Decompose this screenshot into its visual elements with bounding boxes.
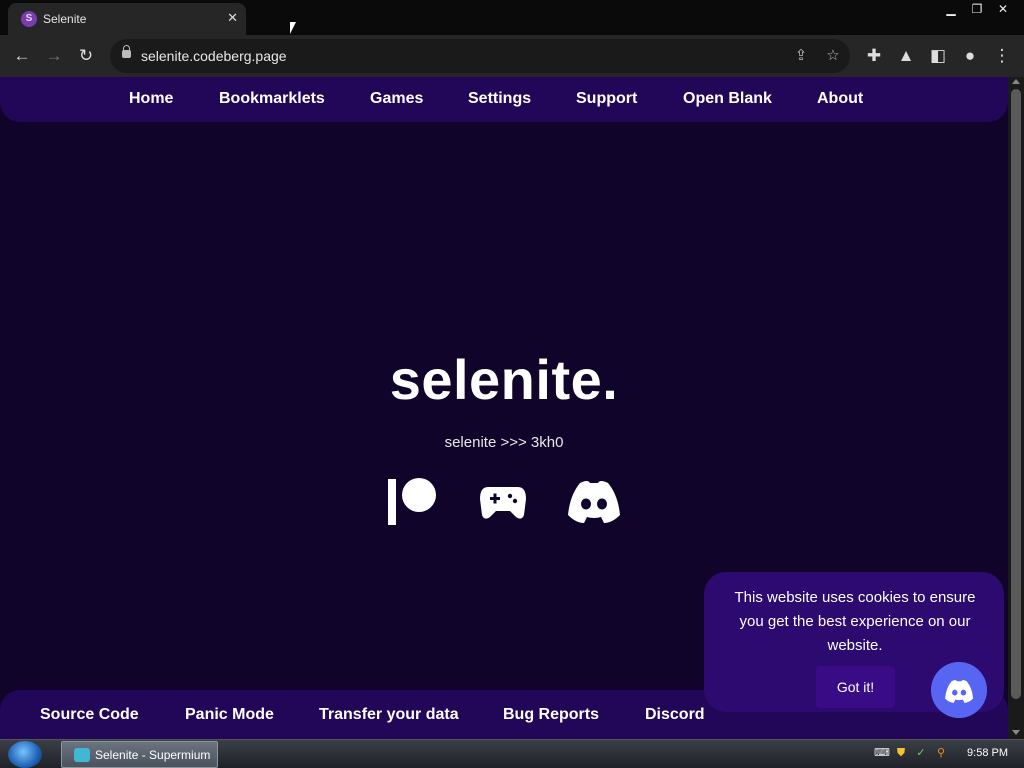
tab-title: Selenite <box>43 12 87 26</box>
keyboard-icon[interactable]: ⌨ <box>874 746 890 760</box>
profile-avatar-icon[interactable]: ● <box>956 42 984 70</box>
address-bar[interactable]: selenite.codeberg.page ⇪ ☆ <box>110 39 850 73</box>
supermium-browser-icon <box>74 748 90 762</box>
side-panel-icon[interactable]: ◧ <box>924 42 952 70</box>
top-nav: Home Bookmarklets Games Settings Support… <box>0 77 1008 122</box>
patreon-icon[interactable] <box>386 477 438 527</box>
screen: S Selenite ✕ ▁ ❐ ✕ ← → ↻ selenite.codebe… <box>0 0 1024 768</box>
bookmark-star-icon[interactable]: ☆ <box>822 45 844 67</box>
nav-bookmarklets[interactable]: Bookmarklets <box>219 90 325 108</box>
extensions-puzzle-icon[interactable]: ✚ <box>860 42 888 70</box>
nav-source-code[interactable]: Source Code <box>40 706 139 724</box>
nav-home[interactable]: Home <box>129 90 173 108</box>
scroll-up-icon[interactable] <box>1012 79 1020 84</box>
browser-titlebar: S Selenite ✕ ▁ ❐ ✕ <box>0 0 1024 35</box>
window-controls: ▁ ❐ ✕ <box>938 0 1016 18</box>
nav-games[interactable]: Games <box>370 90 423 108</box>
nav-discord[interactable]: Discord <box>645 706 705 724</box>
labs-flask-icon[interactable]: ▲ <box>892 42 920 70</box>
reload-icon[interactable]: ↻ <box>72 42 100 70</box>
nav-open-blank[interactable]: Open Blank <box>683 90 772 108</box>
nav-about[interactable]: About <box>817 90 863 108</box>
nav-support[interactable]: Support <box>576 90 637 108</box>
share-icon[interactable]: ⇪ <box>790 45 812 67</box>
scroll-thumb[interactable] <box>1011 89 1021 699</box>
network-icon[interactable]: ✓ <box>914 746 928 760</box>
forward-arrow-icon[interactable]: → <box>40 42 68 70</box>
taskbar-clock[interactable]: 9:58 PM <box>967 747 1008 759</box>
taskbar-window-button[interactable]: Selenite - Supermium <box>61 741 218 768</box>
selenite-favicon-icon: S <box>21 11 37 27</box>
nav-panic-mode[interactable]: Panic Mode <box>185 706 274 724</box>
back-arrow-icon[interactable]: ← <box>8 42 36 70</box>
taskbar: Selenite - Supermium ⌨ ⛊ ✓ ⚲ 9:58 PM <box>0 739 1024 768</box>
discord-icon[interactable] <box>566 477 622 527</box>
browser-toolbar: ← → ↻ selenite.codeberg.page ⇪ ☆ ✚ ▲ ◧ ●… <box>0 35 1024 77</box>
page-content: Home Bookmarklets Games Settings Support… <box>0 77 1008 739</box>
mouse-cursor-icon <box>290 22 296 34</box>
minimize-icon[interactable]: ▁ <box>938 0 964 18</box>
security-shield-icon[interactable]: ⛊ <box>894 746 908 760</box>
window-close-icon[interactable]: ✕ <box>990 0 1016 18</box>
site-subtitle: selenite >>> 3kh0 <box>444 434 564 451</box>
browser-tab[interactable]: S Selenite ✕ <box>8 3 246 35</box>
site-title: selenite. <box>389 348 619 411</box>
windows-start-icon[interactable] <box>8 741 42 768</box>
taskbar-window-label: Selenite - Supermium <box>95 748 211 762</box>
tab-close-icon[interactable]: ✕ <box>227 10 238 26</box>
nav-bug-reports[interactable]: Bug Reports <box>503 706 599 724</box>
page-scrollbar[interactable] <box>1008 77 1024 739</box>
search-icon[interactable]: ⚲ <box>934 746 948 760</box>
discord-widget-button[interactable] <box>931 662 987 718</box>
lock-icon <box>122 45 131 58</box>
menu-dots-icon[interactable]: ⋮ <box>988 42 1016 70</box>
cookie-message: This website uses cookies to ensure you … <box>734 589 976 654</box>
system-tray: ⌨ ⛊ ✓ ⚲ <box>874 746 948 760</box>
url-text[interactable]: selenite.codeberg.page <box>141 48 287 64</box>
scroll-down-icon[interactable] <box>1012 730 1020 735</box>
nav-settings[interactable]: Settings <box>468 90 531 108</box>
nav-transfer-data[interactable]: Transfer your data <box>319 706 459 724</box>
restore-icon[interactable]: ❐ <box>964 0 990 18</box>
gamepad-icon[interactable] <box>480 477 526 527</box>
cookie-accept-button[interactable]: Got it! <box>816 666 895 708</box>
